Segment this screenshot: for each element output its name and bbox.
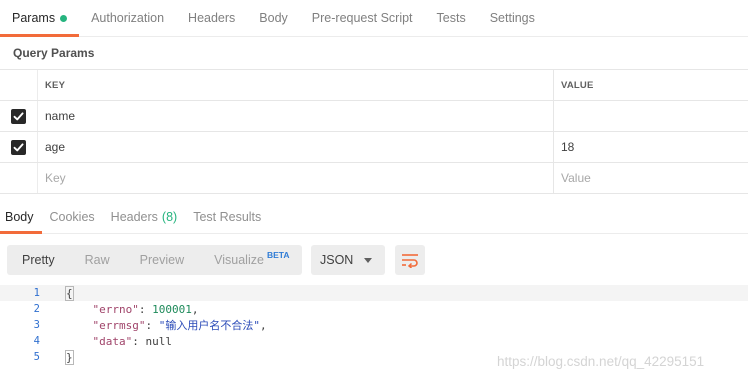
- json-key: "errmsg": [92, 319, 146, 332]
- table-header-row: KEY VALUE: [0, 70, 748, 101]
- wrap-lines-button[interactable]: [395, 245, 425, 275]
- json-key: "data": [92, 334, 133, 348]
- params-active-dot-icon: [60, 14, 68, 22]
- row-checkbox-cell: [0, 163, 38, 193]
- pretty-button[interactable]: Pretty: [7, 245, 70, 275]
- row-checkbox[interactable]: [11, 108, 26, 124]
- tab-label: Cookies: [49, 210, 95, 224]
- json-value: null: [145, 334, 173, 348]
- visualize-button[interactable]: Visualize BETA: [199, 245, 304, 275]
- line-number: 3: [33, 319, 40, 331]
- tab-label: Settings: [489, 11, 535, 25]
- line-number: 1: [33, 287, 40, 299]
- raw-button[interactable]: Raw: [70, 245, 125, 275]
- response-tabs: Body Cookies Headers (8) Test Results: [0, 201, 748, 234]
- param-key-input[interactable]: name: [38, 101, 554, 131]
- close-brace: }: [65, 349, 74, 365]
- line-number: 5: [33, 351, 40, 363]
- table-row-new: Key Value: [0, 163, 748, 194]
- tab-label: Test Results: [193, 210, 262, 224]
- request-tabs: Params Authorization Headers Body Pre-re…: [0, 0, 748, 37]
- column-header-key: KEY: [38, 70, 554, 100]
- tab-label: Pre-request Script: [311, 11, 413, 25]
- beta-badge: BETA: [266, 250, 290, 260]
- param-value-input[interactable]: [554, 101, 748, 131]
- visualize-label: Visualize: [214, 253, 264, 267]
- row-checkbox-cell: [0, 101, 38, 131]
- line-number: 4: [33, 335, 40, 347]
- tab-test-results[interactable]: Test Results: [185, 201, 269, 233]
- tab-authorization[interactable]: Authorization: [79, 0, 176, 36]
- chevron-down-icon: [364, 258, 372, 263]
- param-key-input[interactable]: age: [38, 132, 554, 162]
- tab-params[interactable]: Params: [0, 0, 80, 37]
- tab-label: Params: [12, 11, 56, 25]
- watermark: https://blog.csdn.net/qq_42295151: [497, 354, 705, 369]
- tab-label: Headers: [110, 210, 158, 224]
- column-header-value: VALUE: [561, 79, 594, 91]
- row-checkbox-cell: [0, 132, 38, 162]
- view-mode-group: Pretty Raw Preview Visualize BETA: [7, 245, 302, 275]
- preview-button[interactable]: Preview: [125, 245, 199, 275]
- checkmark-icon: [13, 111, 24, 120]
- json-key: "errno": [92, 302, 139, 316]
- code-line: 3 "errmsg": "输入用户名不合法",: [0, 317, 748, 333]
- tab-response-headers[interactable]: Headers (8): [103, 201, 186, 233]
- code-line: 1 {: [0, 285, 748, 301]
- new-key-input[interactable]: Key: [38, 163, 554, 193]
- json-value: 100001: [152, 302, 192, 316]
- tab-label: Authorization: [91, 11, 165, 25]
- tab-settings[interactable]: Settings: [478, 0, 547, 36]
- line-number: 2: [33, 303, 40, 315]
- json-value: "输入用户名不合法": [158, 319, 260, 332]
- tab-response-body[interactable]: Body: [0, 201, 42, 234]
- tab-label: Body: [5, 210, 34, 224]
- query-params-table: KEY VALUE name age 18 Key Value: [0, 69, 748, 194]
- wrap-lines-icon: [402, 254, 418, 268]
- table-row: name: [0, 101, 748, 132]
- headers-count-badge: (8): [161, 210, 178, 224]
- tab-cookies[interactable]: Cookies: [42, 201, 103, 233]
- open-brace: {: [65, 285, 74, 301]
- tab-pre-request-script[interactable]: Pre-request Script: [300, 0, 425, 36]
- code-line: 2 "errno": 100001,: [0, 301, 748, 317]
- code-line: 4 "data": null: [0, 333, 748, 349]
- tab-label: Headers: [188, 11, 236, 25]
- header-check-cell: [0, 70, 38, 100]
- tab-tests[interactable]: Tests: [425, 0, 478, 36]
- tab-label: Body: [259, 11, 288, 25]
- tab-headers[interactable]: Headers: [176, 0, 247, 36]
- table-row: age 18: [0, 132, 748, 163]
- checkmark-icon: [13, 142, 24, 151]
- tab-body[interactable]: Body: [247, 0, 300, 36]
- format-select[interactable]: JSON: [311, 245, 385, 275]
- row-checkbox[interactable]: [11, 139, 26, 155]
- param-value-input[interactable]: 18: [554, 132, 748, 162]
- query-params-title: Query Params: [13, 46, 95, 60]
- format-select-value: JSON: [320, 253, 354, 267]
- new-value-input[interactable]: Value: [554, 163, 748, 193]
- tab-label: Tests: [436, 11, 466, 25]
